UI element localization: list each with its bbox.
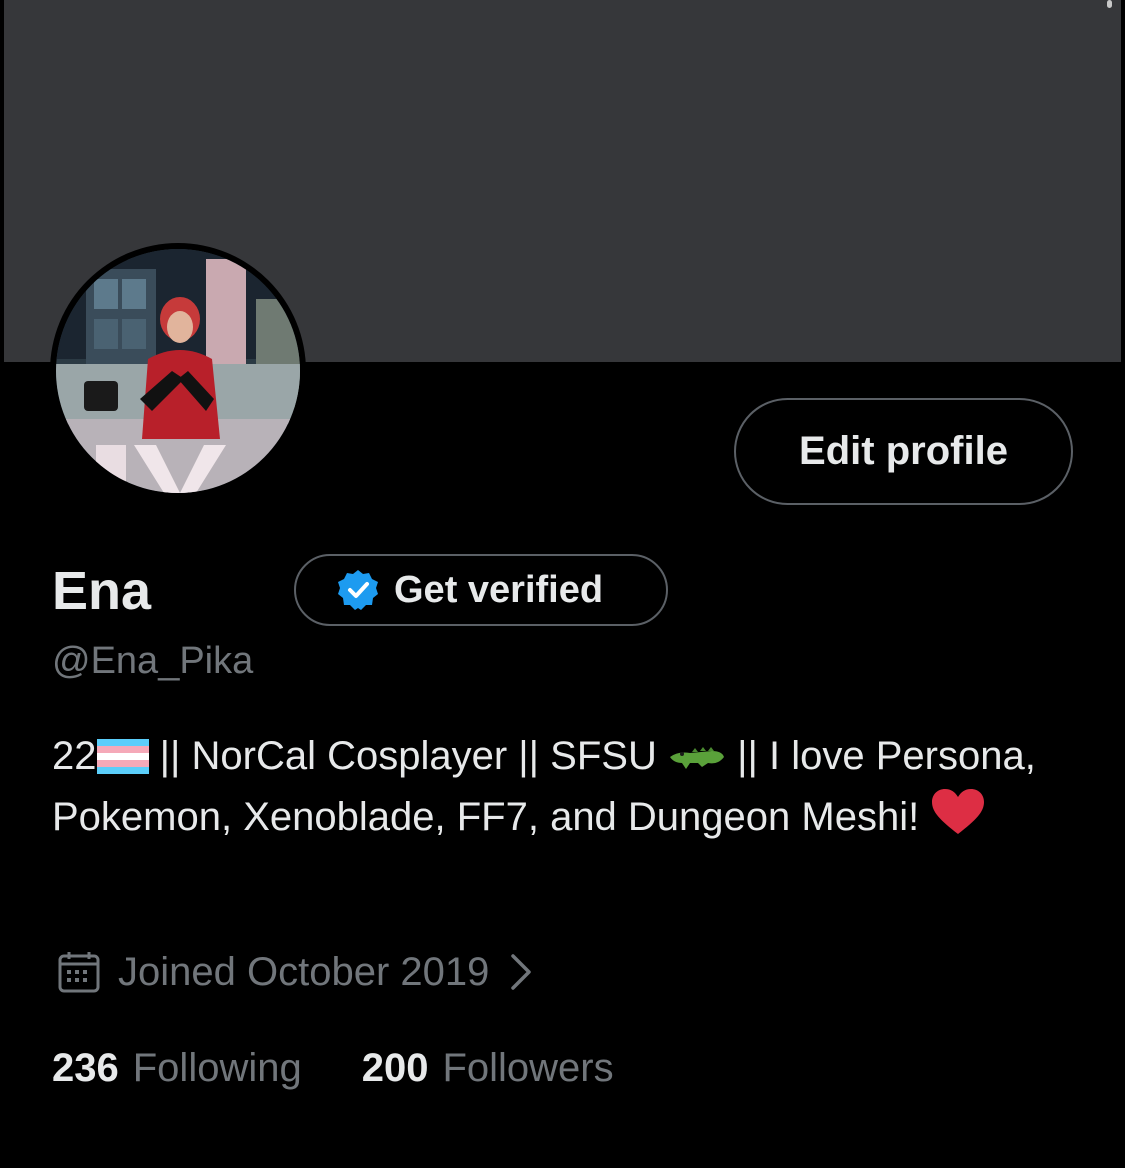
following-link[interactable]: 236 Following	[52, 1038, 302, 1098]
display-name: Ena	[52, 561, 152, 621]
joined-date[interactable]: Joined October 2019	[56, 942, 535, 1002]
red-heart-emoji	[932, 789, 985, 834]
transgender-flag-emoji	[96, 739, 149, 774]
scrollbar[interactable]	[1107, 0, 1112, 8]
avatar-photo	[56, 249, 300, 493]
get-verified-label: Get verified	[394, 568, 604, 611]
user-handle: @Ena_Pika	[52, 640, 254, 682]
get-verified-button[interactable]: Get verified	[294, 554, 668, 626]
edit-profile-button[interactable]: Edit profile	[734, 398, 1073, 505]
bio-age: 22	[52, 734, 97, 778]
followers-count: 200	[361, 1046, 429, 1090]
following-count: 236	[52, 1046, 119, 1090]
following-label: Following	[132, 1046, 302, 1090]
profile-avatar[interactable]	[50, 243, 306, 499]
calendar-icon	[58, 952, 100, 993]
profile-bio: 22 || NorCal Cosplayer || SFSU || I love…	[52, 726, 1092, 848]
crocodile-emoji	[669, 747, 724, 769]
chevron-right-icon	[511, 954, 532, 990]
joined-date-text: Joined October 2019	[118, 950, 490, 994]
followers-link[interactable]: 200 Followers	[362, 1038, 614, 1098]
verified-badge-icon	[338, 570, 378, 610]
followers-label: Followers	[442, 1046, 614, 1090]
bio-text-1: || NorCal Cosplayer || SFSU	[148, 734, 668, 778]
profile-stats: 236 Following 200 Followers	[52, 1038, 614, 1098]
